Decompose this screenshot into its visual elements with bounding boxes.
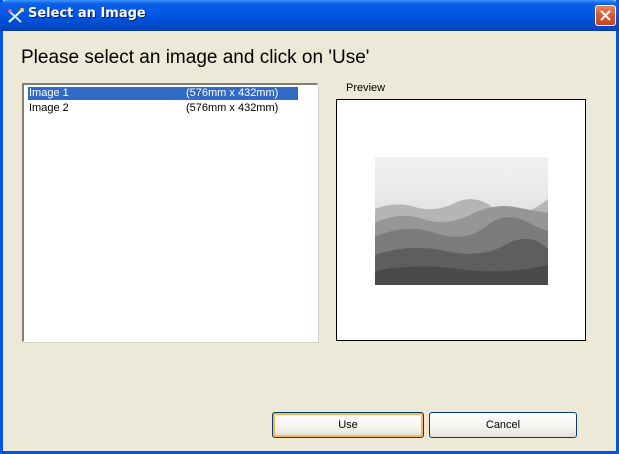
close-icon xyxy=(600,10,611,21)
list-item-image-2[interactable]: Image 2 (576mm x 432mm) xyxy=(28,102,298,115)
list-item-size: (576mm x 432mm) xyxy=(186,102,279,114)
instruction-heading: Please select an image and click on 'Use… xyxy=(21,47,370,68)
cancel-button[interactable]: Cancel xyxy=(429,412,577,438)
preview-frame xyxy=(336,99,586,341)
list-item-name: Image 1 xyxy=(29,87,69,99)
window-title: Select an Image xyxy=(28,6,146,21)
preview-image xyxy=(375,157,548,285)
select-image-dialog: Select an Image Please select an image a… xyxy=(0,0,619,454)
preview-label: Preview xyxy=(346,82,386,94)
list-item-image-1[interactable]: Image 1 (576mm x 432mm) xyxy=(28,87,298,100)
close-button[interactable] xyxy=(595,5,616,26)
list-item-name: Image 2 xyxy=(29,102,69,114)
list-item-size: (576mm x 432mm) xyxy=(186,87,279,99)
crossed-needles-icon xyxy=(7,7,25,25)
use-button[interactable]: Use xyxy=(272,412,424,438)
image-list[interactable]: Image 1 (576mm x 432mm) Image 2 (576mm x… xyxy=(22,83,318,342)
title-bar[interactable]: Select an Image xyxy=(0,0,619,31)
